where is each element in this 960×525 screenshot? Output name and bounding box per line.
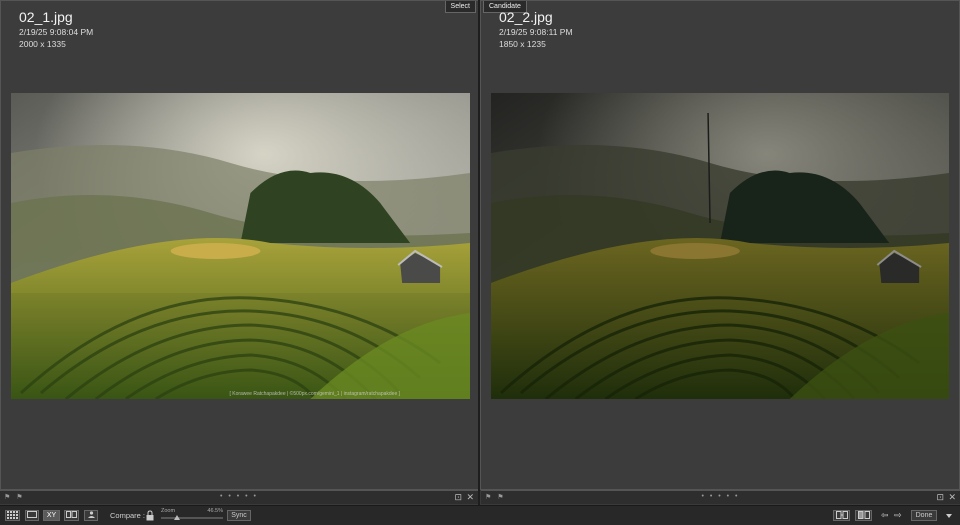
- chevron-down-icon[interactable]: [946, 514, 952, 518]
- people-icon: [87, 511, 95, 518]
- swap-button[interactable]: [833, 510, 850, 521]
- candidate-info: 02_2.jpg 2/19/25 9:08:11 PM 1850 x 1235: [499, 9, 573, 50]
- photo-credit-watermark: [ Korawee Ratchapakdee | ©500px.com/gemi…: [229, 391, 400, 397]
- sync-button[interactable]: Sync: [227, 510, 251, 521]
- candidate-dimensions: 1850 x 1235: [499, 39, 546, 49]
- zoom-label: Zoom: [161, 508, 176, 514]
- select-filename: 02_1.jpg: [19, 9, 73, 25]
- bottom-toolbar: XY Compare : Zoom 46.5% Sync ⇦ ⇨ Done: [0, 505, 960, 525]
- make-select-icon: [857, 511, 870, 519]
- survey-view-button[interactable]: [64, 510, 79, 521]
- candidate-pane[interactable]: Candidate 02_2.jpg 2/19/25 9:08:11 PM 18…: [480, 0, 960, 490]
- compare-view-button[interactable]: XY: [43, 510, 60, 521]
- lock-icon[interactable]: [146, 510, 154, 521]
- grid-view-button[interactable]: [5, 510, 20, 521]
- flag-icons[interactable]: ⚑ ⚑: [4, 493, 25, 501]
- zoom-track[interactable]: [161, 517, 223, 519]
- candidate-photo[interactable]: [491, 93, 949, 399]
- select-photo[interactable]: [ Korawee Ratchapakdee | ©500px.com/gemi…: [11, 93, 470, 399]
- done-button[interactable]: Done: [911, 510, 937, 521]
- loupe-view-button[interactable]: [25, 510, 39, 521]
- rice-terrace-photo-bright: [11, 93, 470, 399]
- people-view-button[interactable]: [84, 510, 98, 521]
- select-dimensions: 2000 x 1335: [19, 39, 66, 49]
- next-photo-arrow[interactable]: ⇨: [894, 510, 902, 521]
- star-rating-dots[interactable]: • • • • •: [701, 493, 739, 500]
- select-tag: Select: [444, 1, 476, 13]
- rice-terrace-photo-dark: [491, 93, 949, 399]
- candidate-datetime: 2/19/25 9:08:11 PM: [499, 27, 573, 37]
- star-rating-dots[interactable]: • • • • •: [220, 493, 258, 500]
- select-pane-bar: ⚑ ⚑ • • • • • ⊡ ✕: [0, 490, 478, 504]
- close-icon[interactable]: ✕: [948, 492, 956, 503]
- zoom-slider[interactable]: Zoom 46.5%: [161, 508, 223, 524]
- select-info: 02_1.jpg 2/19/25 9:08:04 PM 2000 x 1335: [19, 9, 94, 50]
- candidate-filename: 02_2.jpg: [499, 9, 553, 25]
- make-select-button[interactable]: [855, 510, 872, 521]
- select-pane[interactable]: Select 02_1.jpg 2/19/25 9:08:04 PM 2000 …: [0, 0, 479, 490]
- expand-icon[interactable]: ⊡: [936, 492, 944, 503]
- zoom-value: 46.5%: [207, 508, 223, 514]
- close-icon[interactable]: ✕: [466, 492, 474, 503]
- expand-icon[interactable]: ⊡: [454, 492, 462, 503]
- loupe-icon: [27, 511, 37, 518]
- zoom-thumb[interactable]: [173, 515, 180, 520]
- compare-label: Compare :: [110, 511, 146, 520]
- grid-icon: [7, 511, 18, 519]
- candidate-pane-bar: ⚑ ⚑ • • • • • ⊡ ✕: [481, 490, 960, 504]
- flag-icons[interactable]: ⚑ ⚑: [485, 493, 506, 501]
- survey-icon: [66, 511, 77, 518]
- select-datetime: 2/19/25 9:08:04 PM: [19, 27, 94, 37]
- swap-icon: [835, 511, 848, 519]
- previous-photo-arrow[interactable]: ⇦: [881, 510, 889, 521]
